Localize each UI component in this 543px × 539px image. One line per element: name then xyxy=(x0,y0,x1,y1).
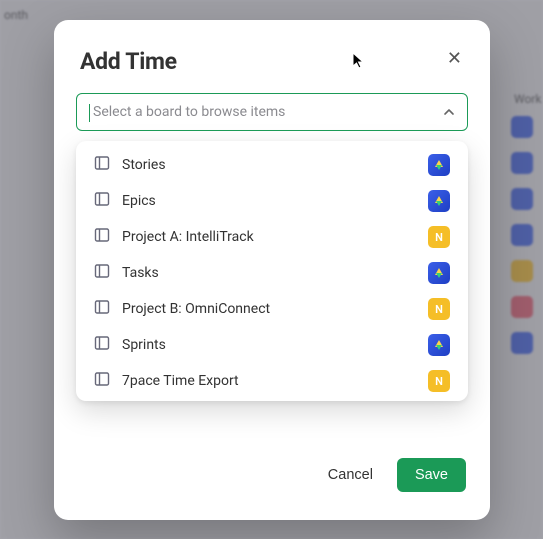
cancel-button[interactable]: Cancel xyxy=(322,459,379,491)
text-caret xyxy=(89,104,90,122)
board-icon xyxy=(94,335,110,355)
board-option-label: Tasks xyxy=(122,265,416,281)
app-icon-yellow: N xyxy=(428,370,450,392)
board-option[interactable]: Tasks xyxy=(76,255,468,291)
app-icon-blue xyxy=(428,154,450,176)
close-button[interactable]: ✕ xyxy=(445,48,464,70)
board-icon xyxy=(94,263,110,283)
board-option-label: Project A: IntelliTrack xyxy=(122,229,416,245)
board-option-label: Epics xyxy=(122,193,416,209)
board-icon xyxy=(94,299,110,319)
board-option[interactable]: Project A: IntelliTrack N xyxy=(76,219,468,255)
board-icon xyxy=(94,371,110,391)
board-icon xyxy=(94,191,110,211)
board-option[interactable]: Stories xyxy=(76,147,468,183)
board-option-label: Stories xyxy=(122,157,416,173)
board-option[interactable]: Project B: OmniConnect N xyxy=(76,291,468,327)
app-icon-blue xyxy=(428,334,450,356)
add-time-modal: Add Time ✕ Select a board to browse item… xyxy=(54,20,490,520)
board-option[interactable]: 7pace Time Export N xyxy=(76,363,468,399)
select-placeholder: Select a board to browse items xyxy=(93,104,443,120)
board-option[interactable]: Sprints xyxy=(76,327,468,363)
save-button[interactable]: Save xyxy=(397,458,466,492)
board-icon xyxy=(94,227,110,247)
board-dropdown: Stories Epics Project A: IntelliTrack N Task… xyxy=(76,141,468,401)
modal-header: Add Time ✕ xyxy=(54,20,490,89)
app-icon-blue xyxy=(428,262,450,284)
modal-title: Add Time xyxy=(80,48,177,75)
board-icon xyxy=(94,155,110,175)
board-select[interactable]: Select a board to browse items xyxy=(76,93,468,131)
board-option-label: Sprints xyxy=(122,337,416,353)
chevron-up-icon[interactable] xyxy=(443,103,455,122)
app-icon-blue xyxy=(428,190,450,212)
board-option-label: Project B: OmniConnect xyxy=(122,301,416,317)
app-icon-yellow: N xyxy=(428,298,450,320)
modal-footer: Cancel Save xyxy=(54,440,490,520)
app-icon-yellow: N xyxy=(428,226,450,248)
board-option[interactable]: Epics xyxy=(76,183,468,219)
board-option-label: 7pace Time Export xyxy=(122,373,416,389)
